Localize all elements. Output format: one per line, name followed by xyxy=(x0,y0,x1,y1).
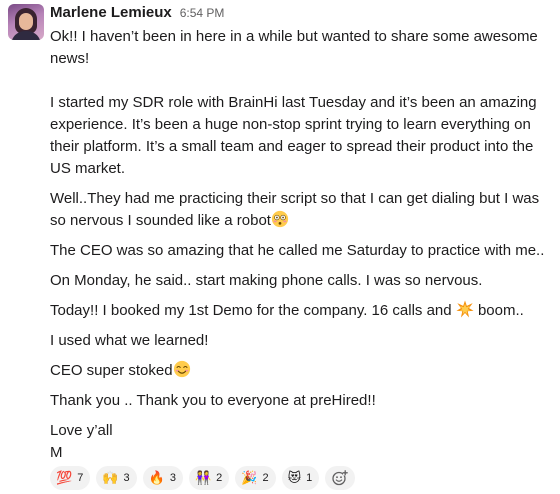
party-popper-emoji: 🎉 xyxy=(241,470,258,486)
reaction-count: 2 xyxy=(262,472,269,484)
hundred-points-emoji: 💯 xyxy=(56,470,73,486)
add-reaction-button[interactable] xyxy=(325,466,356,490)
message-paragraph: The CEO was so amazing that he called me… xyxy=(50,242,545,259)
message-paragraph: I used what we learned! xyxy=(50,332,209,349)
message-paragraph: M xyxy=(50,444,63,461)
women-holding-hands-emoji: 👭 xyxy=(194,470,212,486)
message-paragraph: Today!! I booked my 1st Demo for the com… xyxy=(50,300,550,322)
reaction-women-holding-hands[interactable]: 👭 2 xyxy=(188,466,230,490)
chat-message: Marlene Lemieux 6:54 PM Ok!! I haven’t b… xyxy=(0,0,560,494)
reaction-fire[interactable]: 🔥 3 xyxy=(142,466,183,490)
reactions-bar: 💯 7 🙌 3 🔥 3 👭 2 🎉 2 😻 1 xyxy=(50,466,356,490)
reaction-count: 7 xyxy=(77,472,84,484)
smiling-face-emoji xyxy=(173,360,190,378)
raising-hands-emoji: 🙌 xyxy=(102,470,119,486)
message-timestamp[interactable]: 6:54 PM xyxy=(180,6,225,20)
message-paragraph: CEO super stoked xyxy=(50,360,550,382)
author-name[interactable]: Marlene Lemieux xyxy=(50,4,172,21)
message-text: Well..They had me practicing their scrip… xyxy=(50,190,540,229)
reaction-count: 3 xyxy=(123,472,130,484)
message-text: boom.. xyxy=(477,302,524,319)
message-paragraph: Thank you .. Thank you to everyone at pr… xyxy=(50,392,376,409)
reaction-heart-eyes-cat[interactable]: 😻 1 xyxy=(281,466,320,490)
reaction-party-popper[interactable]: 🎉 2 xyxy=(235,466,276,490)
reaction-count: 2 xyxy=(216,472,223,484)
reaction-count: 1 xyxy=(306,472,313,484)
reaction-count: 3 xyxy=(169,472,176,484)
message-header: Marlene Lemieux 6:54 PM xyxy=(50,4,550,26)
collision-emoji xyxy=(456,300,474,318)
message-body: Ok!! I haven’t been in here in a while b… xyxy=(50,26,550,464)
avatar[interactable] xyxy=(8,4,44,40)
message-text: Today!! I booked my 1st Demo for the com… xyxy=(50,302,452,319)
message-paragraph: I started my SDR role with BrainHi last … xyxy=(50,94,537,177)
message-paragraph: Well..They had me practicing their scrip… xyxy=(50,188,550,232)
message-text: CEO super stoked xyxy=(50,362,173,379)
message-paragraph: Love y’all xyxy=(50,422,113,439)
fire-emoji: 🔥 xyxy=(148,470,165,486)
add-reaction-icon xyxy=(332,470,349,486)
reaction-hundred-points[interactable]: 💯 7 xyxy=(50,466,91,490)
flushed-face-emoji xyxy=(271,210,289,228)
smiling-cat-heart-eyes-emoji: 😻 xyxy=(287,470,302,486)
message-paragraph: On Monday, he said.. start making phone … xyxy=(50,272,483,289)
message-content: Marlene Lemieux 6:54 PM Ok!! I haven’t b… xyxy=(50,4,550,464)
message-paragraph: Ok!! I haven’t been in here in a while b… xyxy=(50,28,538,67)
reaction-raising-hands[interactable]: 🙌 3 xyxy=(96,466,137,490)
